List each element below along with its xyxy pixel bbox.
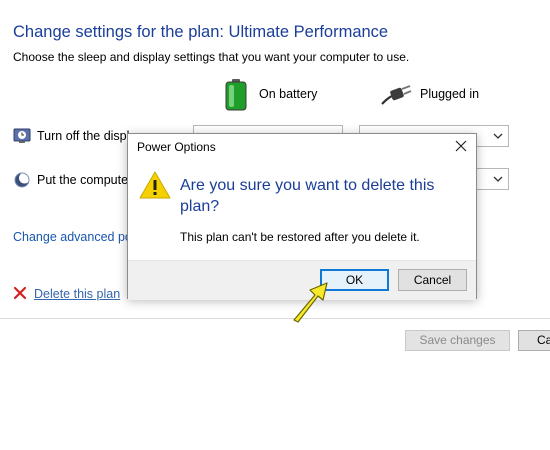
cancel-page-button[interactable]: Ca bbox=[518, 330, 550, 351]
change-advanced-settings-link[interactable]: Change advanced pov bbox=[13, 230, 138, 244]
dialog-message: This plan can't be restored after you de… bbox=[180, 230, 420, 244]
page-title: Change settings for the plan: Ultimate P… bbox=[13, 23, 389, 41]
battery-icon bbox=[225, 79, 247, 111]
save-changes-button[interactable]: Save changes bbox=[405, 330, 510, 351]
delete-x-icon bbox=[13, 286, 27, 300]
dialog-title: Power Options bbox=[137, 140, 216, 154]
turn-off-display-label: Turn off the displ bbox=[37, 129, 130, 143]
close-icon[interactable] bbox=[453, 138, 469, 154]
plug-icon bbox=[381, 85, 412, 105]
separator bbox=[0, 318, 550, 319]
warning-icon bbox=[139, 171, 171, 199]
dialog-heading: Are you sure you want to delete this pla… bbox=[180, 177, 435, 215]
on-battery-header: On battery bbox=[259, 87, 318, 101]
plugged-in-header: Plugged in bbox=[420, 87, 480, 101]
chevron-down-icon bbox=[493, 133, 503, 139]
delete-plan-link[interactable]: Delete this plan bbox=[34, 287, 120, 301]
moon-icon bbox=[14, 172, 30, 188]
display-clock-icon bbox=[13, 128, 31, 143]
chevron-down-icon bbox=[493, 176, 503, 182]
page-subtitle: Choose the sleep and display settings th… bbox=[13, 50, 410, 64]
pointer-arrow-icon bbox=[293, 282, 328, 323]
dialog-cancel-button[interactable]: Cancel bbox=[398, 269, 467, 291]
put-computer-sleep-label: Put the computer bbox=[37, 173, 133, 187]
